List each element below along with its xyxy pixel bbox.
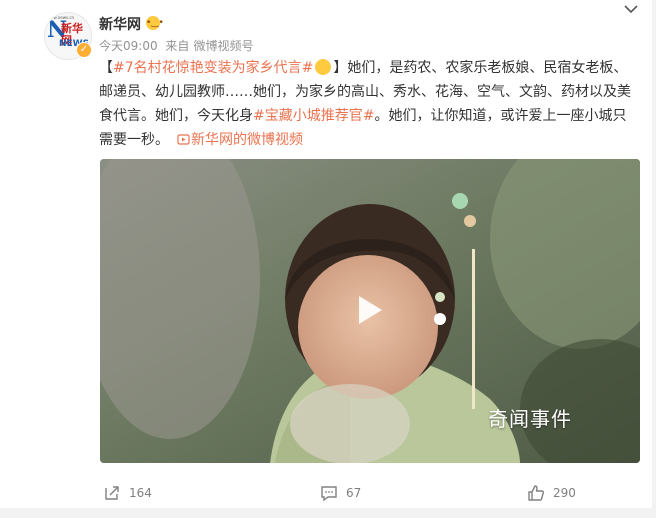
video-source-link[interactable]: 新华网的微博视频 [177, 132, 303, 148]
repost-count: 164 [129, 486, 152, 500]
comment-icon [321, 486, 337, 502]
repost-icon [105, 486, 119, 500]
author-name[interactable]: 新华网 [99, 14, 141, 34]
like-count: 290 [553, 486, 576, 500]
comment-count: 67 [346, 486, 362, 500]
verified-badge-icon: ✓ [76, 42, 92, 58]
comment-button[interactable]: 67 [320, 483, 361, 503]
source-prefix: 来自 [165, 39, 190, 53]
emoji-face-icon: •‿• [146, 16, 164, 30]
bracket-close: 】 [333, 60, 348, 76]
post-time[interactable]: 今天09:00 [99, 39, 158, 53]
topic-link-2[interactable]: #宝藏小城推荐官# [253, 108, 374, 124]
video-watermark: 奇闻事件 [488, 407, 572, 431]
post-meta: 今天09:00 来自 微博视频号 [99, 37, 257, 54]
bracket-open: 【 [99, 60, 113, 76]
chevron-down-icon[interactable] [624, 2, 638, 18]
like-icon [528, 485, 544, 501]
play-icon[interactable] [350, 292, 386, 328]
video-source-label: 新华网的微博视频 [191, 132, 303, 148]
surprised-emoji-icon [315, 59, 332, 75]
topic-link[interactable]: #7名村花惊艳变装为家乡代言# [113, 60, 313, 76]
video-link-icon [177, 134, 190, 145]
post-text: 【#7名村花惊艳变装为家乡代言# 】她们，是药农、农家乐老板娘、民宿女老板、邮递员… [99, 56, 639, 152]
post-source[interactable]: 微博视频号 [193, 39, 253, 53]
weibo-post-card: www.news.cn N 新华网 NEWS ✓ 新华网 •‿• 今天09:00… [0, 0, 652, 508]
repost-button[interactable]: 164 [103, 483, 152, 503]
like-button[interactable]: 290 [527, 483, 576, 503]
